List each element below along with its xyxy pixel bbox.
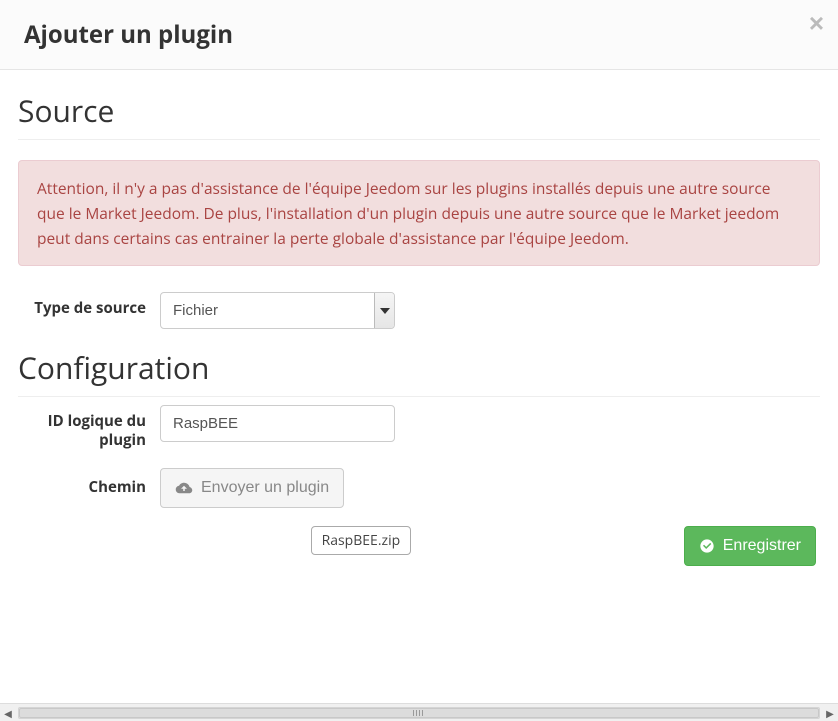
warning-alert: Attention, il n'y a pas d'assistance de …	[18, 160, 820, 266]
row-plugin-id: ID logique du plugin	[18, 405, 820, 450]
modal-title: Ajouter un plugin	[24, 18, 818, 51]
horizontal-scrollbar[interactable]: ◀ ▶	[0, 703, 838, 721]
label-path: Chemin	[18, 468, 160, 497]
uploaded-file-chip: RaspBEE.zip	[311, 526, 412, 555]
source-type-select[interactable]	[160, 292, 395, 329]
footer-row: RaspBEE.zip Enregistrer	[18, 526, 820, 566]
save-button-label: Enregistrer	[723, 538, 801, 554]
upload-plugin-button[interactable]: Envoyer un plugin	[160, 468, 344, 508]
row-source-type: Type de source	[18, 292, 820, 329]
upload-plugin-label: Envoyer un plugin	[201, 480, 329, 496]
modal-header: Ajouter un plugin ×	[0, 0, 838, 70]
cloud-upload-icon	[175, 481, 193, 495]
modal-body: Source Attention, il n'y a pas d'assista…	[0, 70, 838, 590]
close-icon[interactable]: ×	[809, 10, 824, 36]
scroll-track[interactable]	[18, 707, 820, 719]
scroll-right-arrow[interactable]: ▶	[822, 705, 838, 721]
scroll-thumb[interactable]	[19, 708, 819, 718]
scroll-left-arrow[interactable]: ◀	[0, 705, 16, 721]
plugin-id-input[interactable]	[160, 405, 395, 442]
source-type-value[interactable]	[160, 292, 395, 329]
save-button[interactable]: Enregistrer	[684, 526, 816, 566]
section-configuration-heading: Configuration	[18, 347, 820, 397]
label-source-type: Type de source	[18, 292, 160, 318]
row-path: Chemin Envoyer un plugin	[18, 468, 820, 508]
label-plugin-id: ID logique du plugin	[18, 405, 160, 450]
section-source-heading: Source	[18, 90, 820, 140]
check-circle-icon	[699, 538, 715, 554]
